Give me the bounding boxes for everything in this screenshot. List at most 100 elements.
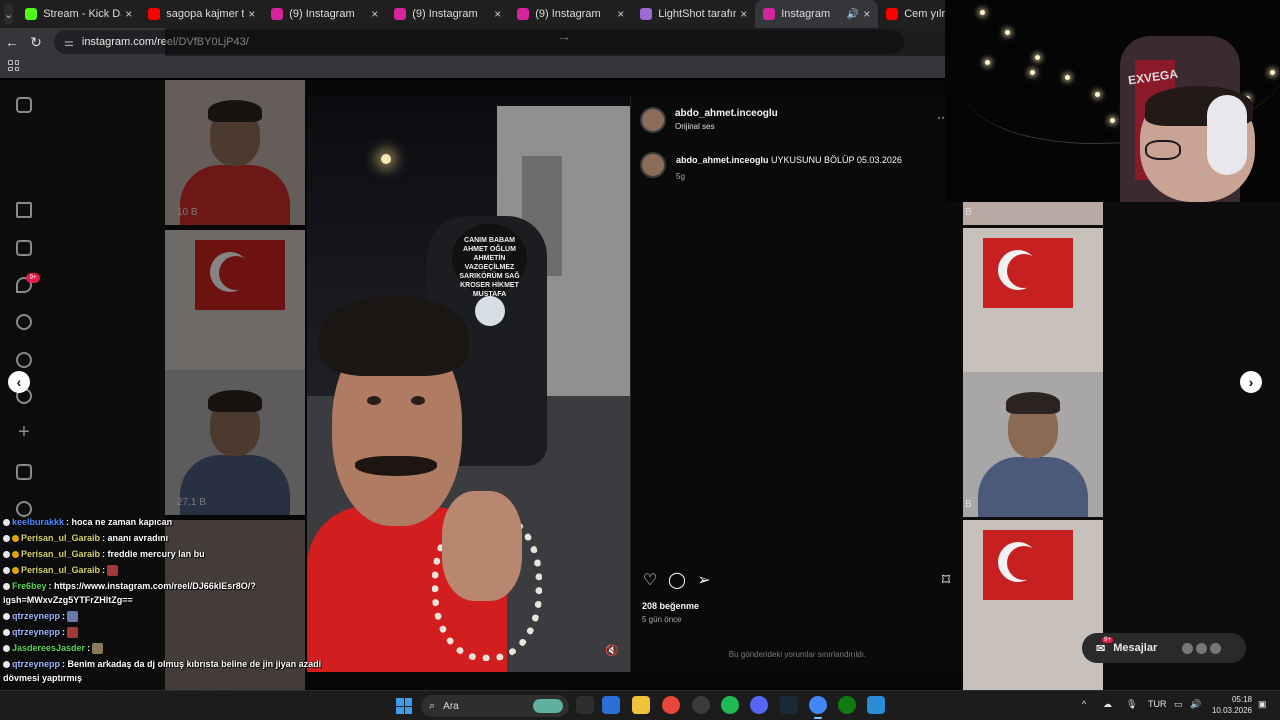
create-icon[interactable]: + [16, 422, 32, 442]
chat-badge-icon [3, 535, 10, 543]
tab-title: (9) Instagram [412, 8, 478, 20]
mute-icon[interactable]: 🔇 [605, 644, 621, 660]
chat-username[interactable]: Perisan_ul_Garaib [21, 533, 100, 543]
taskbar-obs-icon[interactable] [692, 696, 710, 714]
view-count: B [965, 207, 972, 218]
onedrive-icon[interactable]: ☁ [1103, 699, 1112, 710]
browser-tab[interactable]: (9) Instagram × [509, 0, 632, 28]
browser-tab[interactable]: (9) Instagram × [263, 0, 386, 28]
like-count[interactable]: 208 beğenme [642, 601, 699, 611]
tab-close-icon[interactable]: × [125, 7, 132, 21]
taskbar-editor-icon[interactable] [867, 696, 885, 714]
tab-search-button[interactable]: ⌄ [4, 3, 14, 25]
network-icon[interactable]: ▭ [1174, 699, 1183, 710]
site-info-icon[interactable]: ⚌ [64, 36, 74, 49]
taskbar-file-explorer-icon[interactable] [632, 696, 650, 714]
chat-badge-icon [3, 519, 10, 527]
taskbar-steam-icon[interactable] [780, 696, 798, 714]
chat-emote-icon [67, 611, 79, 623]
string-light-bulb [1030, 70, 1035, 75]
microphone-icon[interactable]: 🎙 [1126, 699, 1137, 710]
dashboard-icon[interactable] [16, 464, 32, 480]
chat-badge-icon [12, 551, 19, 559]
tab-favicon-icon [640, 8, 653, 20]
browser-tab-strip: ⌄ Stream - Kick Dashbo×sagopa kajmer tra… [0, 0, 957, 28]
chat-badge-icon [3, 613, 10, 621]
reload-icon[interactable]: ↻ [24, 34, 48, 51]
taskbar-task-view-icon[interactable] [576, 696, 594, 714]
bookmarks-bar [0, 56, 945, 78]
tab-close-icon[interactable]: × [371, 7, 378, 21]
taskbar-microsoft-store-icon[interactable] [602, 696, 620, 714]
chat-badge-icon [3, 661, 10, 669]
caption-username[interactable]: abdo_ahmet.inceoglu [676, 155, 769, 165]
view-count: B [965, 499, 972, 510]
post-age: 5 gün önce [642, 615, 682, 624]
chat-username[interactable]: JasdereesJasder [12, 643, 85, 653]
previous-reel-button[interactable]: ‹ [8, 371, 30, 393]
chat-username[interactable]: qtrzeynepp [12, 627, 60, 637]
browser-tab[interactable]: Stream - Kick Dashbo × [17, 0, 140, 28]
chat-text: : https://www.instagram.com/reel/DJ66kIE… [48, 581, 256, 591]
share-icon[interactable]: ➢ [695, 572, 713, 590]
explore-icon[interactable] [16, 352, 32, 368]
browser-tab[interactable]: sagopa kajmer trabzo× [140, 0, 263, 28]
volume-icon[interactable]: 🔊 [1190, 699, 1201, 710]
show-hidden-icons[interactable]: ^ [1082, 699, 1086, 709]
taskbar-search[interactable]: ⌕ Ara [421, 695, 569, 717]
start-button[interactable] [396, 698, 412, 714]
taskbar-chrome-active-icon[interactable] [809, 696, 827, 719]
chat-message: JasdereesJasder: [3, 643, 104, 655]
reel-video[interactable]: CANIM BABAM AHMET OĞLUM AHMETİN VAZGEÇİL… [307, 96, 630, 672]
avatar[interactable] [640, 107, 666, 133]
tab-title: sagopa kajmer trabzo [166, 8, 245, 20]
audio-label[interactable]: Orijinal ses [675, 122, 715, 131]
chat-text: dövmesi yaptırmış [3, 673, 83, 683]
taskbar-spotify-icon[interactable] [721, 696, 739, 714]
caption-time: 5g [676, 172, 685, 181]
comment-icon[interactable]: ◯ [668, 572, 686, 590]
language-indicator[interactable]: TUR [1148, 699, 1167, 709]
chat-username[interactable]: Perisan_ul_Garaib [21, 549, 100, 559]
notification-center-icon[interactable]: ▣ [1258, 699, 1267, 710]
chat-badge-icon [3, 583, 10, 591]
chat-text: : [87, 643, 91, 653]
chat-username[interactable]: keelburakkk [12, 517, 64, 527]
taskbar-discord-icon[interactable] [750, 696, 768, 714]
search-icon[interactable] [16, 314, 32, 330]
chat-text: igsh=MWxvZzg5YTFrZHltZg== [3, 595, 133, 605]
chat-username[interactable]: qtrzeynepp [12, 659, 60, 669]
chat-badge-icon [3, 551, 10, 559]
instagram-logo-icon[interactable] [16, 97, 32, 113]
chat-username[interactable]: Perisan_ul_Garaib [21, 565, 100, 575]
clock[interactable]: 05:18 10.03.2026 [1208, 694, 1252, 716]
chat-emote-icon [107, 565, 119, 577]
like-icon[interactable]: ♡ [641, 572, 659, 590]
next-reel-button[interactable]: › [1240, 371, 1262, 393]
home-icon[interactable] [16, 202, 32, 218]
taskbar-xbox-icon[interactable] [838, 696, 856, 714]
browser-tab[interactable]: (9) Instagram × [386, 0, 509, 28]
action-bar: ♡ ◯ ➢ ⌑ [641, 572, 956, 592]
browser-tab[interactable]: LightShot tarafından× [632, 0, 755, 28]
reels-icon[interactable] [16, 240, 32, 256]
browser-tab[interactable]: Instagram 🔊 × [755, 0, 879, 28]
taskbar-chrome-icon[interactable] [662, 696, 680, 714]
tab-close-icon[interactable]: × [617, 7, 624, 21]
tab-close-icon[interactable]: × [863, 7, 870, 21]
tab-title: (9) Instagram [535, 8, 601, 20]
chat-username[interactable]: Fre6bey [12, 581, 47, 591]
tab-audio-icon[interactable]: 🔊 [847, 9, 859, 20]
messages-label: Mesajlar [1113, 642, 1158, 654]
tab-close-icon[interactable]: × [248, 7, 255, 21]
tab-close-icon[interactable]: × [740, 7, 747, 21]
apps-grid-icon[interactable] [8, 60, 19, 71]
tab-close-icon[interactable]: × [494, 7, 501, 21]
post-username[interactable]: abdo_ahmet.inceoglu [675, 108, 778, 119]
bookmark-icon[interactable]: ⌑ [937, 572, 955, 590]
back-icon[interactable]: ← [0, 34, 24, 50]
chat-username[interactable]: qtrzeynepp [12, 611, 60, 621]
avatar[interactable] [640, 152, 666, 178]
string-light-bulb [1095, 92, 1100, 97]
messages-icon-pill: ✉ [1096, 642, 1106, 655]
